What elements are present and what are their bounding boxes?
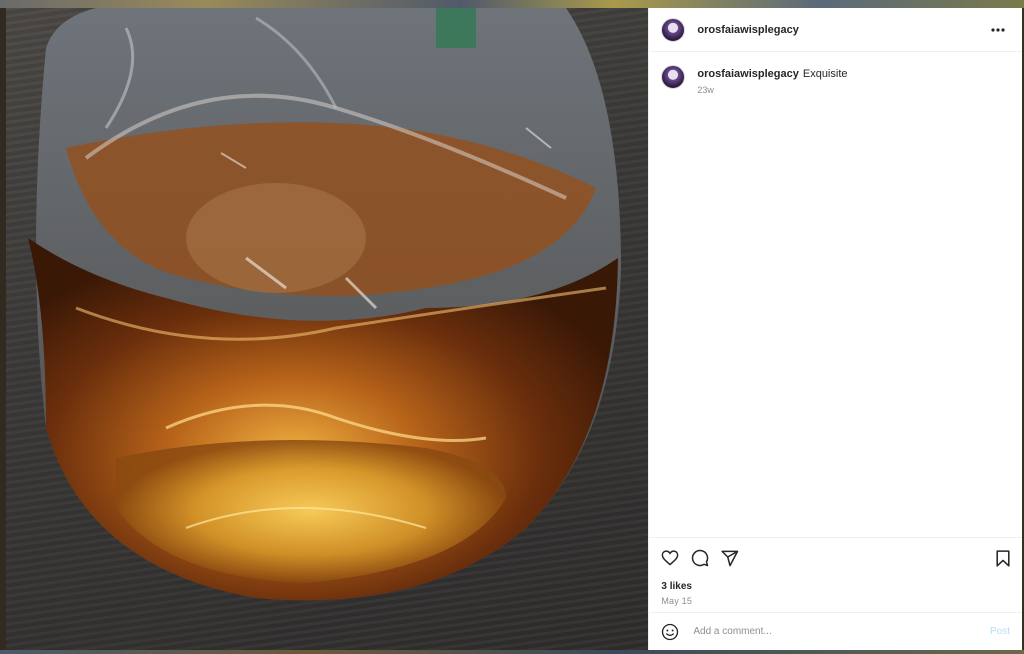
- caption-avatar[interactable]: [661, 65, 686, 89]
- emoji-button[interactable]: [661, 622, 681, 642]
- post-modal: orosfaiawisplegacy orosfaiawisplegacy Exq…: [6, 8, 1022, 650]
- heart-icon: [661, 550, 679, 566]
- bookmark-icon: [996, 549, 1010, 567]
- whisky-glass-photo: [28, 8, 621, 601]
- author-username[interactable]: orosfaiawisplegacy: [697, 24, 986, 36]
- post-comment-button[interactable]: Post: [990, 626, 1010, 637]
- save-button[interactable]: [980, 546, 1010, 570]
- like-button[interactable]: [661, 546, 691, 570]
- comment-composer: Post: [649, 612, 1022, 650]
- more-horizontal-icon: [991, 27, 1005, 32]
- background-strip-bottom: [0, 650, 1024, 654]
- post-image[interactable]: [6, 8, 649, 650]
- post-date[interactable]: May 15: [661, 596, 1010, 606]
- post-sidebar: orosfaiawisplegacy orosfaiawisplegacy Exq…: [648, 8, 1022, 650]
- post-header: orosfaiawisplegacy: [649, 8, 1022, 52]
- action-bar: [661, 544, 1010, 572]
- caption-username[interactable]: orosfaiawisplegacy: [697, 68, 799, 80]
- background-strip-top: [0, 0, 1024, 8]
- caption-body: orosfaiawisplegacy Exquisite 23w: [697, 64, 847, 95]
- caption-text-line: orosfaiawisplegacy Exquisite: [697, 64, 847, 81]
- comments-list: orosfaiawisplegacy Exquisite 23w: [649, 52, 1022, 537]
- likes-count[interactable]: 3 likes: [661, 581, 1010, 592]
- post-actions-area: 3 likes May 15: [649, 537, 1022, 612]
- caption-timestamp[interactable]: 23w: [697, 85, 847, 95]
- caption-text: Exquisite: [802, 68, 848, 80]
- smiley-icon: [662, 623, 679, 640]
- caption-comment: orosfaiawisplegacy Exquisite 23w: [661, 64, 1010, 95]
- comment-button[interactable]: [691, 546, 721, 570]
- paper-plane-icon: [721, 550, 739, 566]
- share-button[interactable]: [721, 546, 751, 570]
- author-avatar[interactable]: [661, 17, 686, 42]
- comment-input[interactable]: [691, 625, 990, 638]
- more-options-button[interactable]: [986, 18, 1010, 42]
- comment-bubble-icon: [692, 549, 709, 567]
